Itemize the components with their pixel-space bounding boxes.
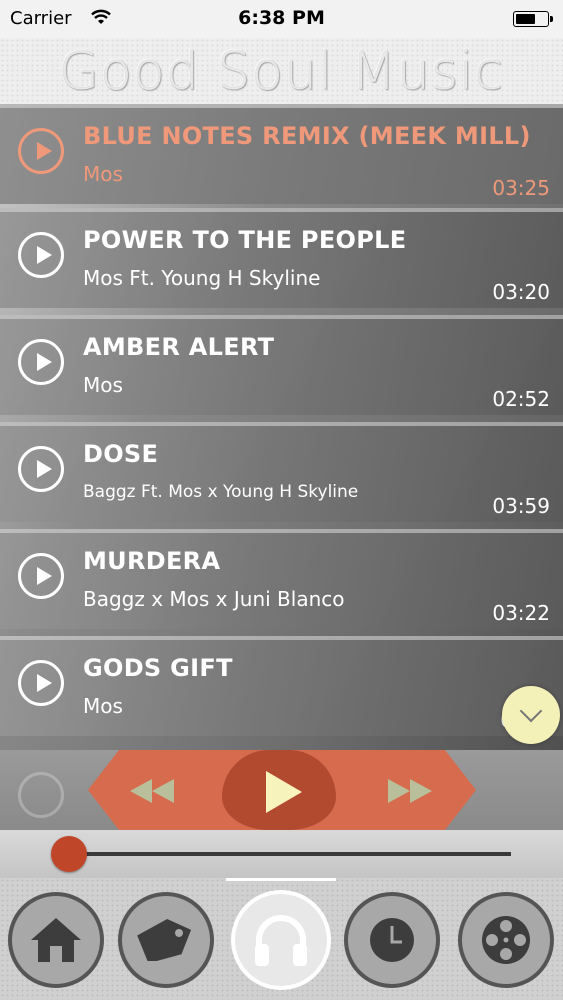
track-title: POWER TO THE PEOPLE xyxy=(83,226,407,254)
now-playing-ghost-icon xyxy=(18,772,64,818)
tab-recent[interactable] xyxy=(344,892,440,988)
track-row[interactable]: BLUE NOTES REMIX (MEEK MILL) Mos 03:25 xyxy=(0,104,563,204)
fast-forward-icon[interactable] xyxy=(386,776,434,806)
tab-bar xyxy=(0,878,563,1000)
tab-tags[interactable] xyxy=(118,892,214,988)
track-artist: Mos xyxy=(83,162,123,186)
progress-bar[interactable] xyxy=(0,830,563,878)
track-title: DOSE xyxy=(83,440,159,468)
play-circle-icon[interactable] xyxy=(18,446,64,492)
track-row[interactable]: GODS GIFT Mos 0 xyxy=(0,636,563,736)
rewind-icon[interactable] xyxy=(128,776,176,806)
tag-icon xyxy=(137,919,192,961)
track-title: GODS GIFT xyxy=(83,654,233,682)
headphones-icon xyxy=(255,915,307,966)
active-tab-indicator xyxy=(226,878,336,881)
track-title: BLUE NOTES REMIX (MEEK MILL) xyxy=(83,122,531,150)
progress-knob[interactable] xyxy=(51,836,87,872)
track-artist: Mos xyxy=(83,373,123,397)
tab-videos[interactable] xyxy=(458,892,554,988)
play-circle-icon[interactable] xyxy=(18,128,64,174)
progress-track[interactable] xyxy=(68,852,511,856)
track-artist: Baggz Ft. Mos x Young H Skyline xyxy=(83,482,359,502)
track-row[interactable]: AMBER ALERT Mos 02:52 xyxy=(0,315,563,415)
track-artist: Baggz x Mos x Juni Blanco xyxy=(83,587,345,611)
home-icon xyxy=(31,918,81,962)
track-row[interactable]: MURDERA Baggz x Mos x Juni Blanco 03:22 xyxy=(0,529,563,629)
track-duration: 03:25 xyxy=(492,176,550,200)
tab-home[interactable] xyxy=(8,892,104,988)
track-title: AMBER ALERT xyxy=(83,333,275,361)
player-controls xyxy=(0,750,563,830)
scroll-down-button[interactable] xyxy=(502,686,560,744)
status-time: 6:38 PM xyxy=(238,7,325,29)
battery-icon xyxy=(513,11,553,27)
track-duration: 03:20 xyxy=(492,280,550,304)
film-reel-icon xyxy=(482,916,530,964)
track-list[interactable]: BLUE NOTES REMIX (MEEK MILL) Mos 03:25 P… xyxy=(0,104,563,750)
track-duration: 03:59 xyxy=(492,494,550,518)
status-bar: Carrier 6:38 PM xyxy=(0,0,563,38)
play-circle-icon[interactable] xyxy=(18,660,64,706)
track-row[interactable]: DOSE Baggz Ft. Mos x Young H Skyline 03:… xyxy=(0,422,563,522)
play-circle-icon[interactable] xyxy=(18,232,64,278)
track-title: MURDERA xyxy=(83,547,221,575)
track-artist: Mos Ft. Young H Skyline xyxy=(83,266,321,290)
track-duration: 03:22 xyxy=(492,601,550,625)
clock-icon xyxy=(370,918,414,962)
play-circle-icon[interactable] xyxy=(18,553,64,599)
play-circle-icon[interactable] xyxy=(18,339,64,385)
track-artist: Mos xyxy=(83,694,123,718)
app-header: Good Soul Music xyxy=(0,38,563,104)
play-pause-button[interactable] xyxy=(222,750,336,830)
app-title: Good Soul Music xyxy=(58,42,505,102)
track-row[interactable]: POWER TO THE PEOPLE Mos Ft. Young H Skyl… xyxy=(0,208,563,308)
track-duration: 02:52 xyxy=(492,387,550,411)
tab-music[interactable] xyxy=(231,890,331,990)
